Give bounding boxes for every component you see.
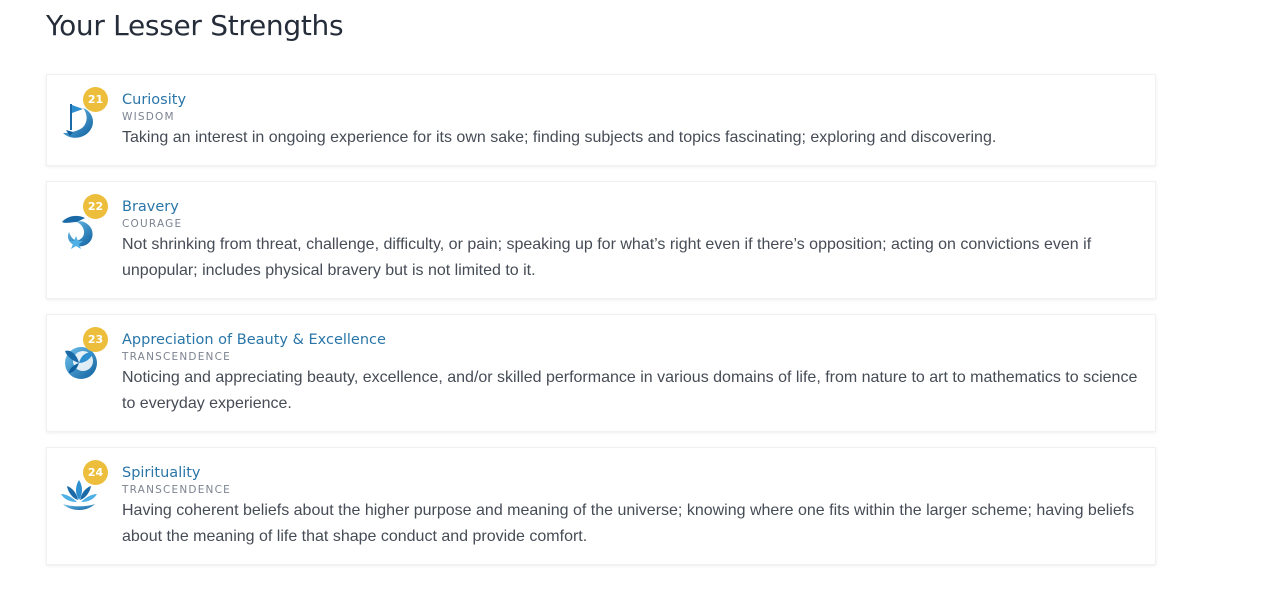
strength-description: Noticing and appreciating beauty, excell… [122, 369, 1138, 412]
strength-badge: 22 [55, 194, 121, 254]
rank-badge: 23 [83, 327, 108, 352]
strength-card-spirituality: 24 Spirituality TRANSCENDENCE Having coh… [46, 447, 1156, 565]
rank-badge: 21 [83, 87, 108, 112]
strength-badge: 23 [55, 327, 121, 387]
virtue-label: COURAGE [122, 218, 183, 230]
strength-name-link[interactable]: Spirituality [122, 463, 1145, 483]
strength-name-link[interactable]: Bravery [122, 197, 1145, 217]
page-title: Your Lesser Strengths [46, 9, 344, 42]
rank-badge: 24 [83, 460, 108, 485]
strength-badge: 24 [55, 460, 121, 520]
virtue-label: TRANSCENDENCE [122, 351, 231, 363]
virtue-label: TRANSCENDENCE [122, 484, 231, 496]
strength-card-appreciation-of-beauty: 23 Appreciation of Beauty & Excellence T… [46, 314, 1156, 432]
virtue-label: WISDOM [122, 111, 175, 123]
strength-card-curiosity: 21 Curiosity WISDOM Taking an interest i… [46, 74, 1156, 166]
strength-card-bravery: 22 Bravery COURAGE Not shrinking from th… [46, 181, 1156, 299]
strength-name-link[interactable]: Appreciation of Beauty & Excellence [122, 330, 1145, 350]
strength-description: Not shrinking from threat, challenge, di… [122, 236, 1092, 279]
strength-description: Having coherent beliefs about the higher… [122, 502, 1135, 545]
strength-description: Taking an interest in ongoing experience… [122, 129, 997, 146]
strength-name-link[interactable]: Curiosity [122, 90, 1145, 110]
strength-badge: 21 [55, 87, 121, 147]
rank-badge: 22 [83, 194, 108, 219]
